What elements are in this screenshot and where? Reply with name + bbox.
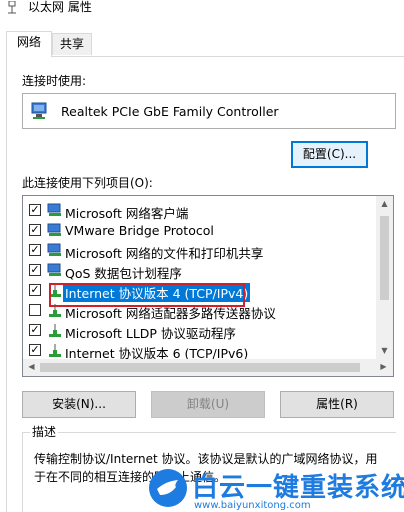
connect-using-label: 连接时使用: <box>22 74 87 88</box>
list-item[interactable]: ✓ QoS 数据包计划程序 <box>23 260 378 281</box>
description-title: 描述 <box>30 425 59 439</box>
items-label: 此连接使用下列项目(O): <box>22 176 153 190</box>
configure-button[interactable]: 配置(C)... <box>291 141 368 168</box>
network-client-icon <box>47 243 61 256</box>
scroll-right-icon[interactable]: ▶ <box>375 362 392 371</box>
watermark-title: 白云一键重装系统 <box>192 473 404 503</box>
watermark-url: www.baiyunxitong.com <box>194 500 311 511</box>
vertical-scrollbar[interactable]: ▲ ▼ <box>376 196 393 359</box>
watermark: 白云一键重装系统 www.baiyunxitong.com <box>148 467 404 512</box>
network-client-icon <box>47 263 61 276</box>
checkbox[interactable]: ✓ <box>29 244 41 256</box>
adapter-name: Realtek PCIe GbE Family Controller <box>61 104 279 119</box>
bird-logo-icon <box>149 469 187 507</box>
list-item-label: VMware Bridge Protocol <box>65 223 214 238</box>
network-client-icon <box>47 203 61 216</box>
list-item[interactable]: ✓ VMware Bridge Protocol <box>23 220 378 240</box>
scroll-thumb[interactable] <box>40 363 360 372</box>
properties-button[interactable]: 属性(R) <box>280 391 394 418</box>
checkbox[interactable]: ✓ <box>29 324 41 336</box>
adapter-box: Realtek PCIe GbE Family Controller <box>22 93 396 129</box>
scroll-thumb[interactable] <box>380 216 389 300</box>
highlight-frame <box>49 283 245 307</box>
horizontal-scrollbar[interactable]: ◀ ▶ <box>23 359 393 376</box>
list-item[interactable]: ✓ Microsoft 网络客户端 <box>23 200 378 221</box>
checkbox[interactable]: ✓ <box>29 204 41 216</box>
scroll-up-icon[interactable]: ▲ <box>376 199 393 208</box>
checkbox[interactable] <box>29 304 41 316</box>
checkbox[interactable]: ✓ <box>29 284 41 296</box>
install-button[interactable]: 安装(N)... <box>22 391 136 418</box>
window-title: 以太网 属性 <box>28 0 92 14</box>
tab-network[interactable]: 网络 <box>6 31 52 57</box>
network-icon <box>8 1 16 14</box>
checkbox[interactable]: ✓ <box>29 224 41 236</box>
adapter-icon <box>31 102 47 119</box>
list-item[interactable]: ✓ Internet 协议版本 6 (TCP/IPv6) <box>23 340 378 361</box>
scroll-down-icon[interactable]: ▼ <box>376 346 393 355</box>
title-bar: 以太网 属性 <box>0 0 404 15</box>
uninstall-button[interactable]: 卸载(U) <box>151 391 265 418</box>
protocol-icon <box>49 344 61 357</box>
checkbox[interactable]: ✓ <box>29 264 41 276</box>
network-client-icon <box>47 223 61 236</box>
list-item[interactable]: ✓ Microsoft LLDP 协议驱动程序 <box>23 320 378 341</box>
tab-sharing[interactable]: 共享 <box>52 33 92 55</box>
checkbox[interactable]: ✓ <box>29 344 41 356</box>
scroll-left-icon[interactable]: ◀ <box>23 362 40 371</box>
protocol-icon <box>49 324 61 337</box>
list-item[interactable]: ✓ Microsoft 网络的文件和打印机共享 <box>23 240 378 261</box>
